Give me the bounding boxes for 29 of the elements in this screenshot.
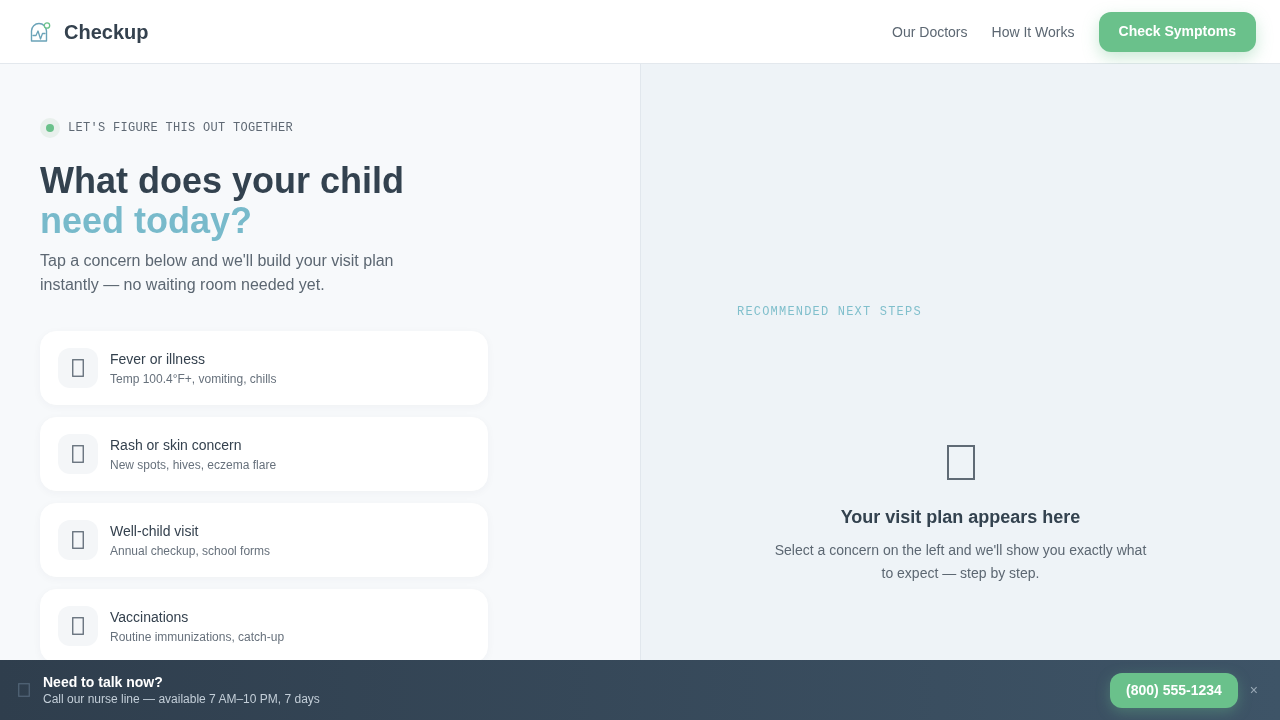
intro-text: Tap a concern below and we'll build your visit plan instantly — no waiting room needed yet. (40, 251, 395, 295)
empty-rectangle-icon (946, 445, 975, 480)
concern-title: Fever or illness (110, 350, 206, 369)
nav-link[interactable]: How It Works (991, 21, 1075, 42)
eyebrow-text: LET'S FIGURE THIS OUT TOGETHER (68, 120, 294, 136)
concern-card[interactable]: Fever or illness Temp 100.4°F+, vomiting, chills (40, 331, 488, 405)
empty-rectangle-icon (18, 683, 30, 697)
concern-detail: Routine immunizations, catch-up (110, 629, 285, 645)
concern-title: Rash or skin concern (110, 436, 243, 455)
concern-title: Vaccinations (110, 608, 190, 627)
heartbeat-icon (30, 21, 51, 42)
concern-card[interactable]: Rash or skin concern New spots, hives, eczema flare (40, 417, 488, 491)
concern-card[interactable]: Vaccinations Routine immunizations, catch-up (40, 589, 488, 663)
concern-detail: Temp 100.4°F+, vomiting, chills (110, 371, 277, 387)
concern-title: Well-child visit (110, 522, 200, 541)
concern-detail: Annual checkup, school forms (110, 543, 271, 559)
dot-icon (40, 118, 60, 138)
empty-state-title: Your visit plan appears here (840, 506, 1081, 529)
nav-link[interactable]: Our Doctors (892, 21, 968, 42)
section-label: RECOMMENDED NEXT STEPS (737, 305, 922, 319)
nurse-bar-title: Need to talk now? (43, 673, 164, 691)
headline-highlight: need today? (40, 201, 253, 241)
concern-detail: New spots, hives, eczema flare (110, 457, 277, 473)
empty-state-text: Select a concern on the left and we'll show you exactly what to expect — step by step. (773, 541, 1148, 583)
nurse-bar-text: Call our nurse line — available 7 AM–10 PM, 7 days (43, 691, 320, 707)
close-button[interactable]: × (1249, 680, 1258, 700)
headline-text: What does your child (40, 161, 405, 201)
concern-card[interactable]: Well-child visit Annual checkup, school forms (40, 503, 488, 577)
brand-name: Checkup (64, 19, 149, 45)
